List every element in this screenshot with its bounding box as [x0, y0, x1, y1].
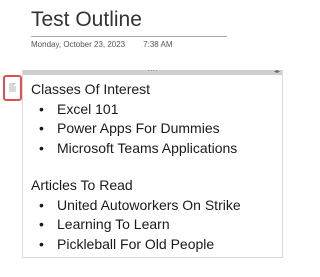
- blank-line[interactable]: [31, 158, 281, 176]
- list-item[interactable]: • Learning To Learn: [31, 215, 281, 235]
- list-item-label: Microsoft Teams Applications: [57, 139, 238, 156]
- container-move-bar[interactable]: ···· ◂▸: [23, 67, 282, 76]
- list-item[interactable]: • Pickleball For Old People: [31, 235, 281, 255]
- page-handle-icon: [9, 83, 16, 92]
- bullet-icon: •: [39, 196, 44, 213]
- resize-handle-icon[interactable]: ◂▸: [274, 68, 280, 76]
- list-item-label: Pickleball For Old People: [57, 235, 215, 252]
- bullet-icon: •: [39, 100, 44, 117]
- list-item[interactable]: • Power Apps For Dummies: [31, 119, 281, 139]
- page-meta: Monday, October 23, 2023 7:38 AM: [31, 40, 227, 49]
- group-heading-classes[interactable]: Classes Of Interest: [31, 80, 281, 100]
- title-underline: [31, 36, 227, 37]
- bullet-icon: •: [39, 120, 44, 136]
- paragraph-handle[interactable]: [3, 75, 22, 101]
- move-handle-icon[interactable]: ····: [147, 67, 158, 75]
- page-date[interactable]: Monday, October 23, 2023: [31, 40, 125, 49]
- bullet-icon: •: [39, 216, 44, 232]
- page-time[interactable]: 7:38 AM: [143, 40, 172, 49]
- list-articles: • United Autoworkers On Strike • Learnin…: [31, 196, 281, 255]
- list-item-label: Learning To Learn: [57, 216, 170, 232]
- bullet-icon: •: [39, 235, 44, 252]
- list-classes: • Excel 101 • Power Apps For Dummies • M…: [31, 100, 281, 159]
- group-heading-articles[interactable]: Articles To Read: [31, 176, 281, 196]
- bullet-icon: •: [39, 139, 44, 156]
- outline[interactable]: Classes Of Interest • Excel 101 • Power …: [31, 80, 281, 254]
- list-item[interactable]: • United Autoworkers On Strike: [31, 196, 281, 216]
- list-item-label: Power Apps For Dummies: [57, 120, 220, 136]
- list-item[interactable]: • Excel 101: [31, 100, 281, 120]
- page-header: Test Outline Monday, October 23, 2023 7:…: [31, 6, 227, 49]
- list-item-label: United Autoworkers On Strike: [57, 196, 241, 213]
- list-item-label: Excel 101: [57, 100, 119, 117]
- list-item[interactable]: • Microsoft Teams Applications: [31, 139, 281, 159]
- page-title[interactable]: Test Outline: [31, 6, 227, 34]
